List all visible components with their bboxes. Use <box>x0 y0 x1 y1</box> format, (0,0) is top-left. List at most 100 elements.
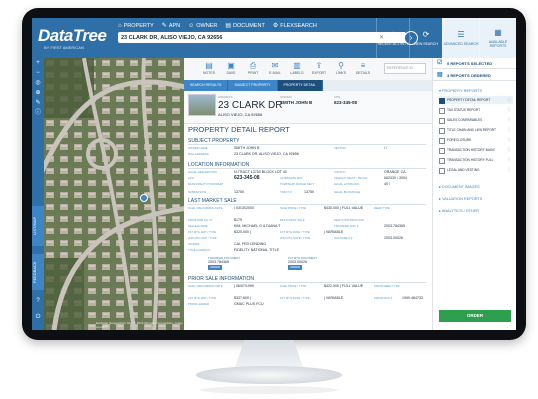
stand-shadow <box>200 386 338 394</box>
info-icon[interactable]: ⓘ <box>507 96 511 104</box>
recent-activity-button[interactable]: ◷ RECENT ACTIVITY <box>376 18 409 58</box>
layers-icon[interactable]: ◎ <box>32 78 44 88</box>
field-value: $337,600 | <box>234 296 251 300</box>
tab-flexsearch[interactable]: ⚙ FLEXSEARCH <box>273 22 317 30</box>
document-images-section[interactable]: ▸ DOCUMENT IMAGES <box>439 184 480 189</box>
tab-property[interactable]: ⌂ PROPERTY <box>118 22 154 29</box>
report-item[interactable]: LEGAL AND VESTING ⓘ <box>439 166 513 174</box>
field-label: ALTERNATE APN <box>280 176 303 180</box>
tab-property-detail[interactable]: PROPERTY DETAIL <box>277 80 323 91</box>
valuation-reports-section[interactable]: ▸ VALUATION REPORTS <box>439 196 482 201</box>
analytics-section[interactable]: ▸ ANALYTICS / OTHER <box>439 208 479 213</box>
field-label: LEGAL DESCRIPTION <box>188 170 217 174</box>
tab-apn[interactable]: ✎ APN <box>162 22 181 30</box>
locate-icon[interactable]: ⊕ <box>32 88 44 98</box>
field-value: N-TRACT 13750 BLOCK LOT 40 <box>234 170 287 174</box>
home-icon: ⌂ <box>118 22 122 29</box>
owner-value: SMITH JOHN B <box>280 100 313 105</box>
field-label: CENSUS TRACT / BLOCK <box>334 176 368 180</box>
labels-button[interactable]: ▥ LABELS <box>286 61 308 75</box>
report-item[interactable]: FORECLOSURE ⓘ <box>439 136 513 144</box>
zoom-in-icon[interactable]: + <box>32 58 44 68</box>
new-search-button[interactable]: ⟳ NEW SEARCH <box>409 18 442 58</box>
field-value: / 03/10/2000 <box>234 206 254 210</box>
field-value: FIDELITY NATIONAL TITLE <box>234 248 279 252</box>
report-item[interactable]: TRANSACTION HISTORY BASIC ⓘ <box>439 146 513 154</box>
property-reports-section[interactable]: ▾ PROPERTY REPORTS <box>439 88 482 93</box>
checkbox[interactable] <box>439 108 445 114</box>
links-button[interactable]: ⚲ LINKS <box>330 61 352 75</box>
satellite-map[interactable]: Earthstar Geographics SIO, © 2016 Micros… <box>44 58 184 330</box>
info-icon[interactable]: ⓘ <box>507 136 511 144</box>
zoom-out-icon[interactable]: − <box>32 68 44 78</box>
field-label: LENDER <box>188 242 200 246</box>
top-actions: ◷ RECENT ACTIVITY ⟳ NEW SEARCH ☰ ADVANCED S… <box>376 18 516 58</box>
tab-apn-label: APN <box>168 22 181 29</box>
order-first-mtg-button[interactable]: ORDER <box>288 265 302 270</box>
power-icon[interactable]: ⏻ <box>32 312 44 322</box>
checkbox[interactable] <box>439 98 445 104</box>
tab-owner[interactable]: ☺ OWNER <box>188 22 217 29</box>
report-item[interactable]: PROPERTY DETAIL REPORT ⓘ <box>439 96 513 104</box>
order-transfer-button[interactable]: ORDER <box>208 265 222 270</box>
checkbox[interactable] <box>439 128 445 134</box>
labels-label: LABELS <box>290 71 304 75</box>
report-item[interactable]: TITLE CHAIN AND LIEN REPORT ⓘ <box>439 126 513 134</box>
apn-value: 623-345-08 <box>334 100 358 105</box>
search-input[interactable] <box>121 32 371 43</box>
details-button[interactable]: ≡ DETAILS <box>352 61 374 75</box>
map-credit: Earthstar Geographics SIO, © 2016 Micros… <box>96 321 183 329</box>
report-item[interactable]: SALES COMPARABLES ⓘ <box>439 116 513 124</box>
search-bar: ✕ › <box>118 31 418 45</box>
print-button[interactable]: ⎙ PRINT <box>242 61 264 75</box>
checkbox[interactable] <box>439 118 445 124</box>
reference-id-input[interactable]: REFERENCE ID <box>384 63 426 74</box>
info-icon[interactable]: ⓘ <box>507 146 511 154</box>
report-item-label: TAX STATUS REPORT <box>447 108 481 112</box>
order-button[interactable]: ORDER <box>439 310 511 322</box>
reports-ordered-bar[interactable]: ▤ 3 REPORTS ORDERED <box>433 70 516 81</box>
info-icon[interactable]: ⓘ <box>32 108 44 118</box>
field-label: PRIOR DOC # <box>374 296 393 300</box>
tab-search-results[interactable]: SEARCH RESULTS <box>184 80 229 91</box>
report-item[interactable]: TAX STATUS REPORT ⓘ <box>439 106 513 114</box>
info-icon[interactable]: ⓘ <box>507 116 511 124</box>
measure-icon[interactable]: ✎ <box>32 98 44 108</box>
field-label: PRIOR LENDER <box>188 302 209 306</box>
email-button[interactable]: ✉ E-MAIL <box>264 61 286 75</box>
monitor-stand-base <box>196 366 342 384</box>
field-label: DEED TYPE <box>374 206 390 210</box>
field-value: ORANGE CA <box>384 170 406 174</box>
save-button[interactable]: ▣ SAVE <box>220 61 242 75</box>
checkbox[interactable] <box>439 168 445 174</box>
notes-button[interactable]: ▤ NOTES <box>198 61 220 75</box>
info-icon[interactable]: ⓘ <box>507 126 511 134</box>
feedback-tab[interactable]: FEEDBACK <box>32 254 44 290</box>
app-logo[interactable]: DataTree <box>38 26 107 46</box>
info-icon[interactable]: ⓘ <box>507 156 511 164</box>
field-value: | VARIABLE <box>324 230 344 234</box>
checkbox[interactable] <box>439 138 445 144</box>
checkbox[interactable] <box>439 148 445 154</box>
help-icon[interactable]: ? <box>32 296 44 306</box>
advanced-search-button[interactable]: ☰ ADVANCED SEARCH <box>442 18 479 58</box>
property-thumbnail[interactable] <box>188 94 216 116</box>
field-value: | VARIABLE <box>324 296 344 300</box>
info-icon[interactable]: ⓘ <box>507 106 511 114</box>
checkbox[interactable] <box>439 158 445 164</box>
tab-document[interactable]: ▤ DOCUMENT <box>225 22 264 30</box>
field-label: MAIL ADDRESS <box>188 152 209 156</box>
field-value: $422,000 | FULL VALUE <box>324 284 364 288</box>
list-map-tab[interactable]: LIST/MAP <box>32 206 44 246</box>
property-city: ALISO VIEJO, CA 92656 <box>218 112 263 117</box>
field-label: TRANSFER DOC # <box>334 224 359 228</box>
tab-subject-property[interactable]: SUBJECT PROPERTY <box>228 80 278 91</box>
available-reports-button[interactable]: ▦ AVAILABLE REPORTS <box>479 18 516 58</box>
recent-activity-label: RECENT ACTIVITY <box>377 42 409 46</box>
field-label: 1ST MTG AMT / TYPE <box>188 296 217 300</box>
report-item[interactable]: TRANSACTION HISTORY FULL ⓘ <box>439 156 513 164</box>
reports-selected-bar[interactable]: ☑ 0 REPORTS SELECTED <box>433 58 516 69</box>
info-icon[interactable]: ⓘ <box>507 166 511 174</box>
field-label: LEGAL BOOK/PAGE <box>334 190 361 194</box>
export-button[interactable]: ⇪ EXPORT <box>308 61 330 75</box>
